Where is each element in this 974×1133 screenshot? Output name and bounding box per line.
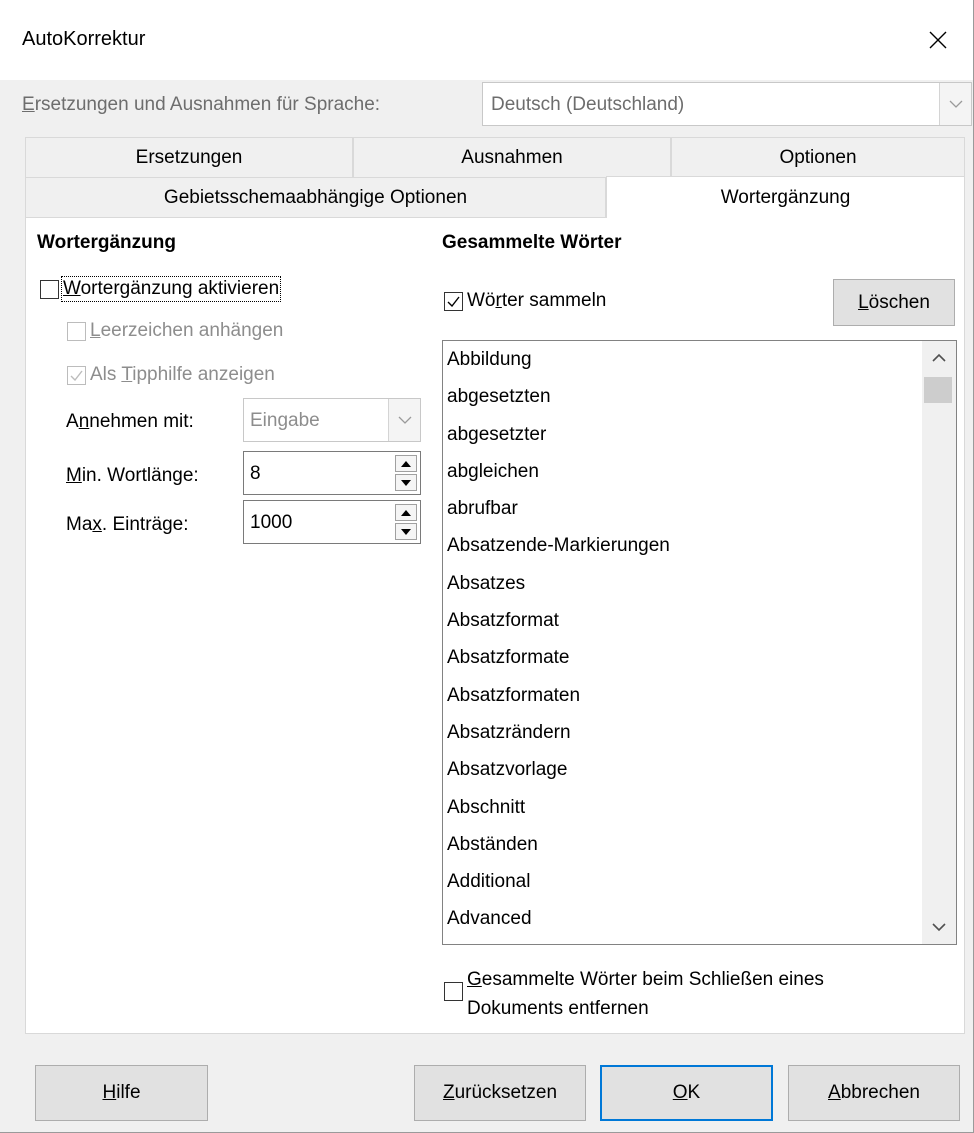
- accept-with-label: Annehmen mit:: [66, 411, 194, 432]
- max-entries-value: 1000: [250, 512, 293, 533]
- collect-words-checkbox[interactable]: [444, 291, 463, 311]
- list-item[interactable]: aktivieren: [447, 938, 917, 944]
- chevron-down-icon: [932, 923, 946, 932]
- collect-words-row[interactable]: Wörter sammeln: [444, 290, 606, 312]
- help-button-label: Hilfe: [102, 1082, 141, 1103]
- tab-label: Wortergänzung: [720, 186, 851, 208]
- ok-button[interactable]: OK: [600, 1065, 773, 1121]
- collected-words-list[interactable]: Abbildung abgesetzten abgesetzter abgleiche…: [442, 340, 957, 945]
- triangle-down-icon: [401, 528, 411, 535]
- close-icon: [929, 31, 947, 49]
- accept-with-value: Eingabe: [250, 410, 320, 431]
- list-item[interactable]: abgesetzten: [447, 378, 917, 415]
- min-length-decrement[interactable]: [395, 474, 417, 491]
- list-item[interactable]: Absatzformate: [447, 639, 917, 676]
- language-select-value: Deutsch (Deutschland): [491, 94, 685, 115]
- title-bar: AutoKorrektur: [0, 0, 973, 80]
- language-select[interactable]: Deutsch (Deutschland): [482, 82, 972, 126]
- enable-wordcompletion-row[interactable]: Wortergänzung aktivieren: [40, 276, 282, 302]
- list-item[interactable]: Absatzrändern: [447, 714, 917, 751]
- scroll-down-button[interactable]: [922, 910, 956, 944]
- list-item[interactable]: abrufbar: [447, 490, 917, 527]
- tab-optionen[interactable]: Optionen: [671, 137, 965, 177]
- language-label: Ersetzungen und Ausnahmen für Sprache:: [22, 94, 381, 115]
- checkmark-icon: [70, 370, 83, 381]
- chevron-up-icon: [932, 353, 946, 362]
- triangle-up-icon: [401, 509, 411, 516]
- list-scrollbar[interactable]: [922, 341, 956, 944]
- reset-button-label: Zurücksetzen: [442, 1082, 558, 1103]
- checkmark-icon: [447, 296, 460, 307]
- right-heading: Gesammelte Wörter: [442, 232, 622, 253]
- chevron-down-icon: [398, 416, 411, 424]
- ok-button-label: OK: [672, 1082, 701, 1103]
- tab-label: Gebietsschemaabhängige Optionen: [163, 186, 468, 208]
- remove-on-close-label: Gesammelte Wörter beim Schließen eines Do…: [467, 969, 824, 1019]
- help-button[interactable]: Hilfe: [35, 1065, 208, 1121]
- list-item[interactable]: Abbildung: [447, 341, 917, 378]
- append-space-checkbox[interactable]: [67, 321, 86, 341]
- delete-button-label: Löschen: [858, 291, 930, 313]
- language-row: Ersetzungen und Ausnahmen für Sprache: D…: [22, 82, 972, 126]
- window-title: AutoKorrektur: [22, 28, 146, 50]
- tab-ersetzungen[interactable]: Ersetzungen: [25, 137, 353, 177]
- left-heading: Wortergänzung: [37, 232, 176, 253]
- list-item[interactable]: Abschnitt: [447, 789, 917, 826]
- tab-label: Optionen: [779, 146, 857, 168]
- max-entries-label: Max. Einträge:: [66, 514, 189, 535]
- cancel-button[interactable]: Abbrechen: [788, 1065, 960, 1121]
- min-length-value: 8: [250, 463, 261, 484]
- tab-label: Ausnahmen: [461, 146, 563, 168]
- scroll-up-button[interactable]: [922, 341, 956, 375]
- cancel-button-label: Abbrechen: [828, 1082, 920, 1103]
- accept-with-dropdown-button[interactable]: [388, 399, 420, 441]
- language-dropdown-button[interactable]: [939, 83, 971, 125]
- tab-gebietsschema-optionen[interactable]: Gebietsschemaabhängige Optionen: [25, 177, 606, 217]
- tab-wortergaenzung[interactable]: Wortergänzung: [606, 176, 965, 218]
- max-entries-increment[interactable]: [395, 504, 417, 521]
- list-item[interactable]: Absatzformaten: [447, 677, 917, 714]
- accept-with-select[interactable]: Eingabe: [243, 398, 421, 442]
- list-item[interactable]: Absatzende-Markierungen: [447, 527, 917, 564]
- list-item[interactable]: abgesetzter: [447, 416, 917, 453]
- enable-wordcompletion-label: Wortergänzung aktivieren: [60, 276, 282, 302]
- min-length-spinbox[interactable]: 8: [243, 451, 421, 495]
- max-entries-decrement[interactable]: [395, 523, 417, 540]
- word-list-items: Abbildung abgesetzten abgesetzter abgleiche…: [447, 341, 917, 944]
- scroll-thumb[interactable]: [924, 377, 952, 403]
- autokorrektur-dialog: AutoKorrektur Ersetzungen und Ausnahmen …: [0, 0, 974, 1133]
- triangle-down-icon: [401, 479, 411, 486]
- chevron-down-icon: [949, 100, 962, 108]
- list-item[interactable]: Absatzformat: [447, 602, 917, 639]
- remove-on-close-row[interactable]: Gesammelte Wörter beim Schließen eines Do…: [444, 965, 824, 1023]
- list-item[interactable]: Additional: [447, 863, 917, 900]
- triangle-up-icon: [401, 460, 411, 467]
- delete-button[interactable]: Löschen: [833, 279, 955, 326]
- min-length-label: Min. Wortlänge:: [66, 465, 199, 486]
- max-entries-spinbox[interactable]: 1000: [243, 500, 421, 544]
- append-space-row[interactable]: Leerzeichen anhängen: [67, 320, 283, 342]
- append-space-label: Leerzeichen anhängen: [90, 320, 284, 341]
- show-tip-label: Als Tipphilfe anzeigen: [90, 364, 275, 385]
- tab-label: Ersetzungen: [135, 146, 243, 168]
- remove-on-close-checkbox[interactable]: [444, 982, 463, 1001]
- min-length-increment[interactable]: [395, 455, 417, 472]
- enable-wordcompletion-checkbox[interactable]: [40, 279, 59, 299]
- reset-button[interactable]: Zurücksetzen: [414, 1065, 586, 1121]
- list-item[interactable]: Advanced: [447, 900, 917, 937]
- close-button[interactable]: [903, 10, 973, 70]
- list-item[interactable]: Abständen: [447, 826, 917, 863]
- show-tip-row[interactable]: Als Tipphilfe anzeigen: [67, 364, 275, 386]
- list-item[interactable]: Absatzes: [447, 565, 917, 602]
- show-tip-checkbox[interactable]: [67, 365, 86, 385]
- list-item[interactable]: abgleichen: [447, 453, 917, 490]
- list-item[interactable]: Absatzvorlage: [447, 751, 917, 788]
- collect-words-label: Wörter sammeln: [467, 290, 607, 311]
- tab-ausnahmen[interactable]: Ausnahmen: [353, 137, 671, 177]
